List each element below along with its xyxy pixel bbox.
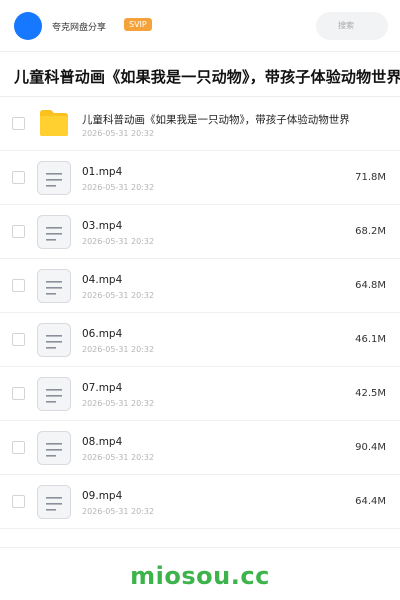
file-size: 64.4M	[355, 496, 386, 507]
file-row[interactable]: 04.mp4 2026-05-31 20:32 64.8M	[0, 259, 400, 313]
file-name[interactable]: 08.mp4	[82, 436, 122, 448]
file-date: 2026-05-31 20:32	[82, 399, 155, 408]
document-icon	[37, 431, 71, 465]
row-checkbox[interactable]	[12, 279, 25, 292]
file-date: 2026-05-31 20:32	[82, 345, 155, 354]
file-date: 2026-05-31 20:32	[82, 183, 155, 192]
file-date: 2026-05-31 20:32	[82, 129, 155, 138]
file-name[interactable]: 09.mp4	[82, 490, 122, 502]
file-name[interactable]: 儿童科普动画《如果我是一只动物》，带孩子体验动物世界	[82, 112, 350, 127]
document-icon	[37, 323, 71, 357]
divider	[0, 547, 400, 548]
file-name[interactable]: 04.mp4	[82, 274, 122, 286]
file-size: 68.2M	[355, 226, 386, 237]
row-checkbox[interactable]	[12, 387, 25, 400]
document-icon	[37, 485, 71, 519]
row-checkbox[interactable]	[12, 117, 25, 130]
file-name[interactable]: 01.mp4	[82, 166, 122, 178]
document-icon	[37, 161, 71, 195]
row-checkbox[interactable]	[12, 225, 25, 238]
app-name: 夸克网盘分享	[52, 23, 107, 33]
document-icon	[37, 215, 71, 249]
row-checkbox[interactable]	[12, 441, 25, 454]
file-date: 2026-05-31 20:32	[82, 507, 155, 516]
watermark: miosou.cc	[130, 562, 270, 590]
file-date: 2026-05-31 20:32	[82, 237, 155, 246]
file-row[interactable]: 儿童科普动画《如果我是一只动物》，带孩子体验动物世界 2026-05-31 20:…	[0, 97, 400, 151]
file-name[interactable]: 07.mp4	[82, 382, 122, 394]
file-row[interactable]: 06.mp4 2026-05-31 20:32 46.1M	[0, 313, 400, 367]
file-date: 2026-05-31 20:32	[82, 453, 155, 462]
svip-badge: SVIP	[124, 18, 152, 31]
file-row[interactable]: 03.mp4 2026-05-31 20:32 68.2M	[0, 205, 400, 259]
row-checkbox[interactable]	[12, 495, 25, 508]
file-row[interactable]: 09.mp4 2026-05-31 20:32 64.4M	[0, 475, 400, 529]
file-size: 64.8M	[355, 280, 386, 291]
file-name[interactable]: 06.mp4	[82, 328, 122, 340]
file-row[interactable]: 01.mp4 2026-05-31 20:32 71.8M	[0, 151, 400, 205]
page-title: 儿童科普动画《如果我是一只动物》，带孩子体验动物世界	[14, 68, 400, 86]
file-row[interactable]: 07.mp4 2026-05-31 20:32 42.5M	[0, 367, 400, 421]
file-size: 90.4M	[355, 442, 386, 453]
avatar[interactable]	[14, 12, 42, 40]
search-input[interactable]: 搜索	[316, 12, 388, 40]
document-icon	[37, 377, 71, 411]
row-checkbox[interactable]	[12, 333, 25, 346]
row-checkbox[interactable]	[12, 171, 25, 184]
file-size: 42.5M	[355, 388, 386, 399]
file-date: 2026-05-31 20:32	[82, 291, 155, 300]
file-size: 71.8M	[355, 172, 386, 183]
top-bar: 夸克网盘分享 SVIP 搜索	[0, 0, 400, 52]
folder-icon	[40, 110, 68, 136]
document-icon	[37, 269, 71, 303]
file-size: 46.1M	[355, 334, 386, 345]
file-row[interactable]: 08.mp4 2026-05-31 20:32 90.4M	[0, 421, 400, 475]
file-name[interactable]: 03.mp4	[82, 220, 122, 232]
